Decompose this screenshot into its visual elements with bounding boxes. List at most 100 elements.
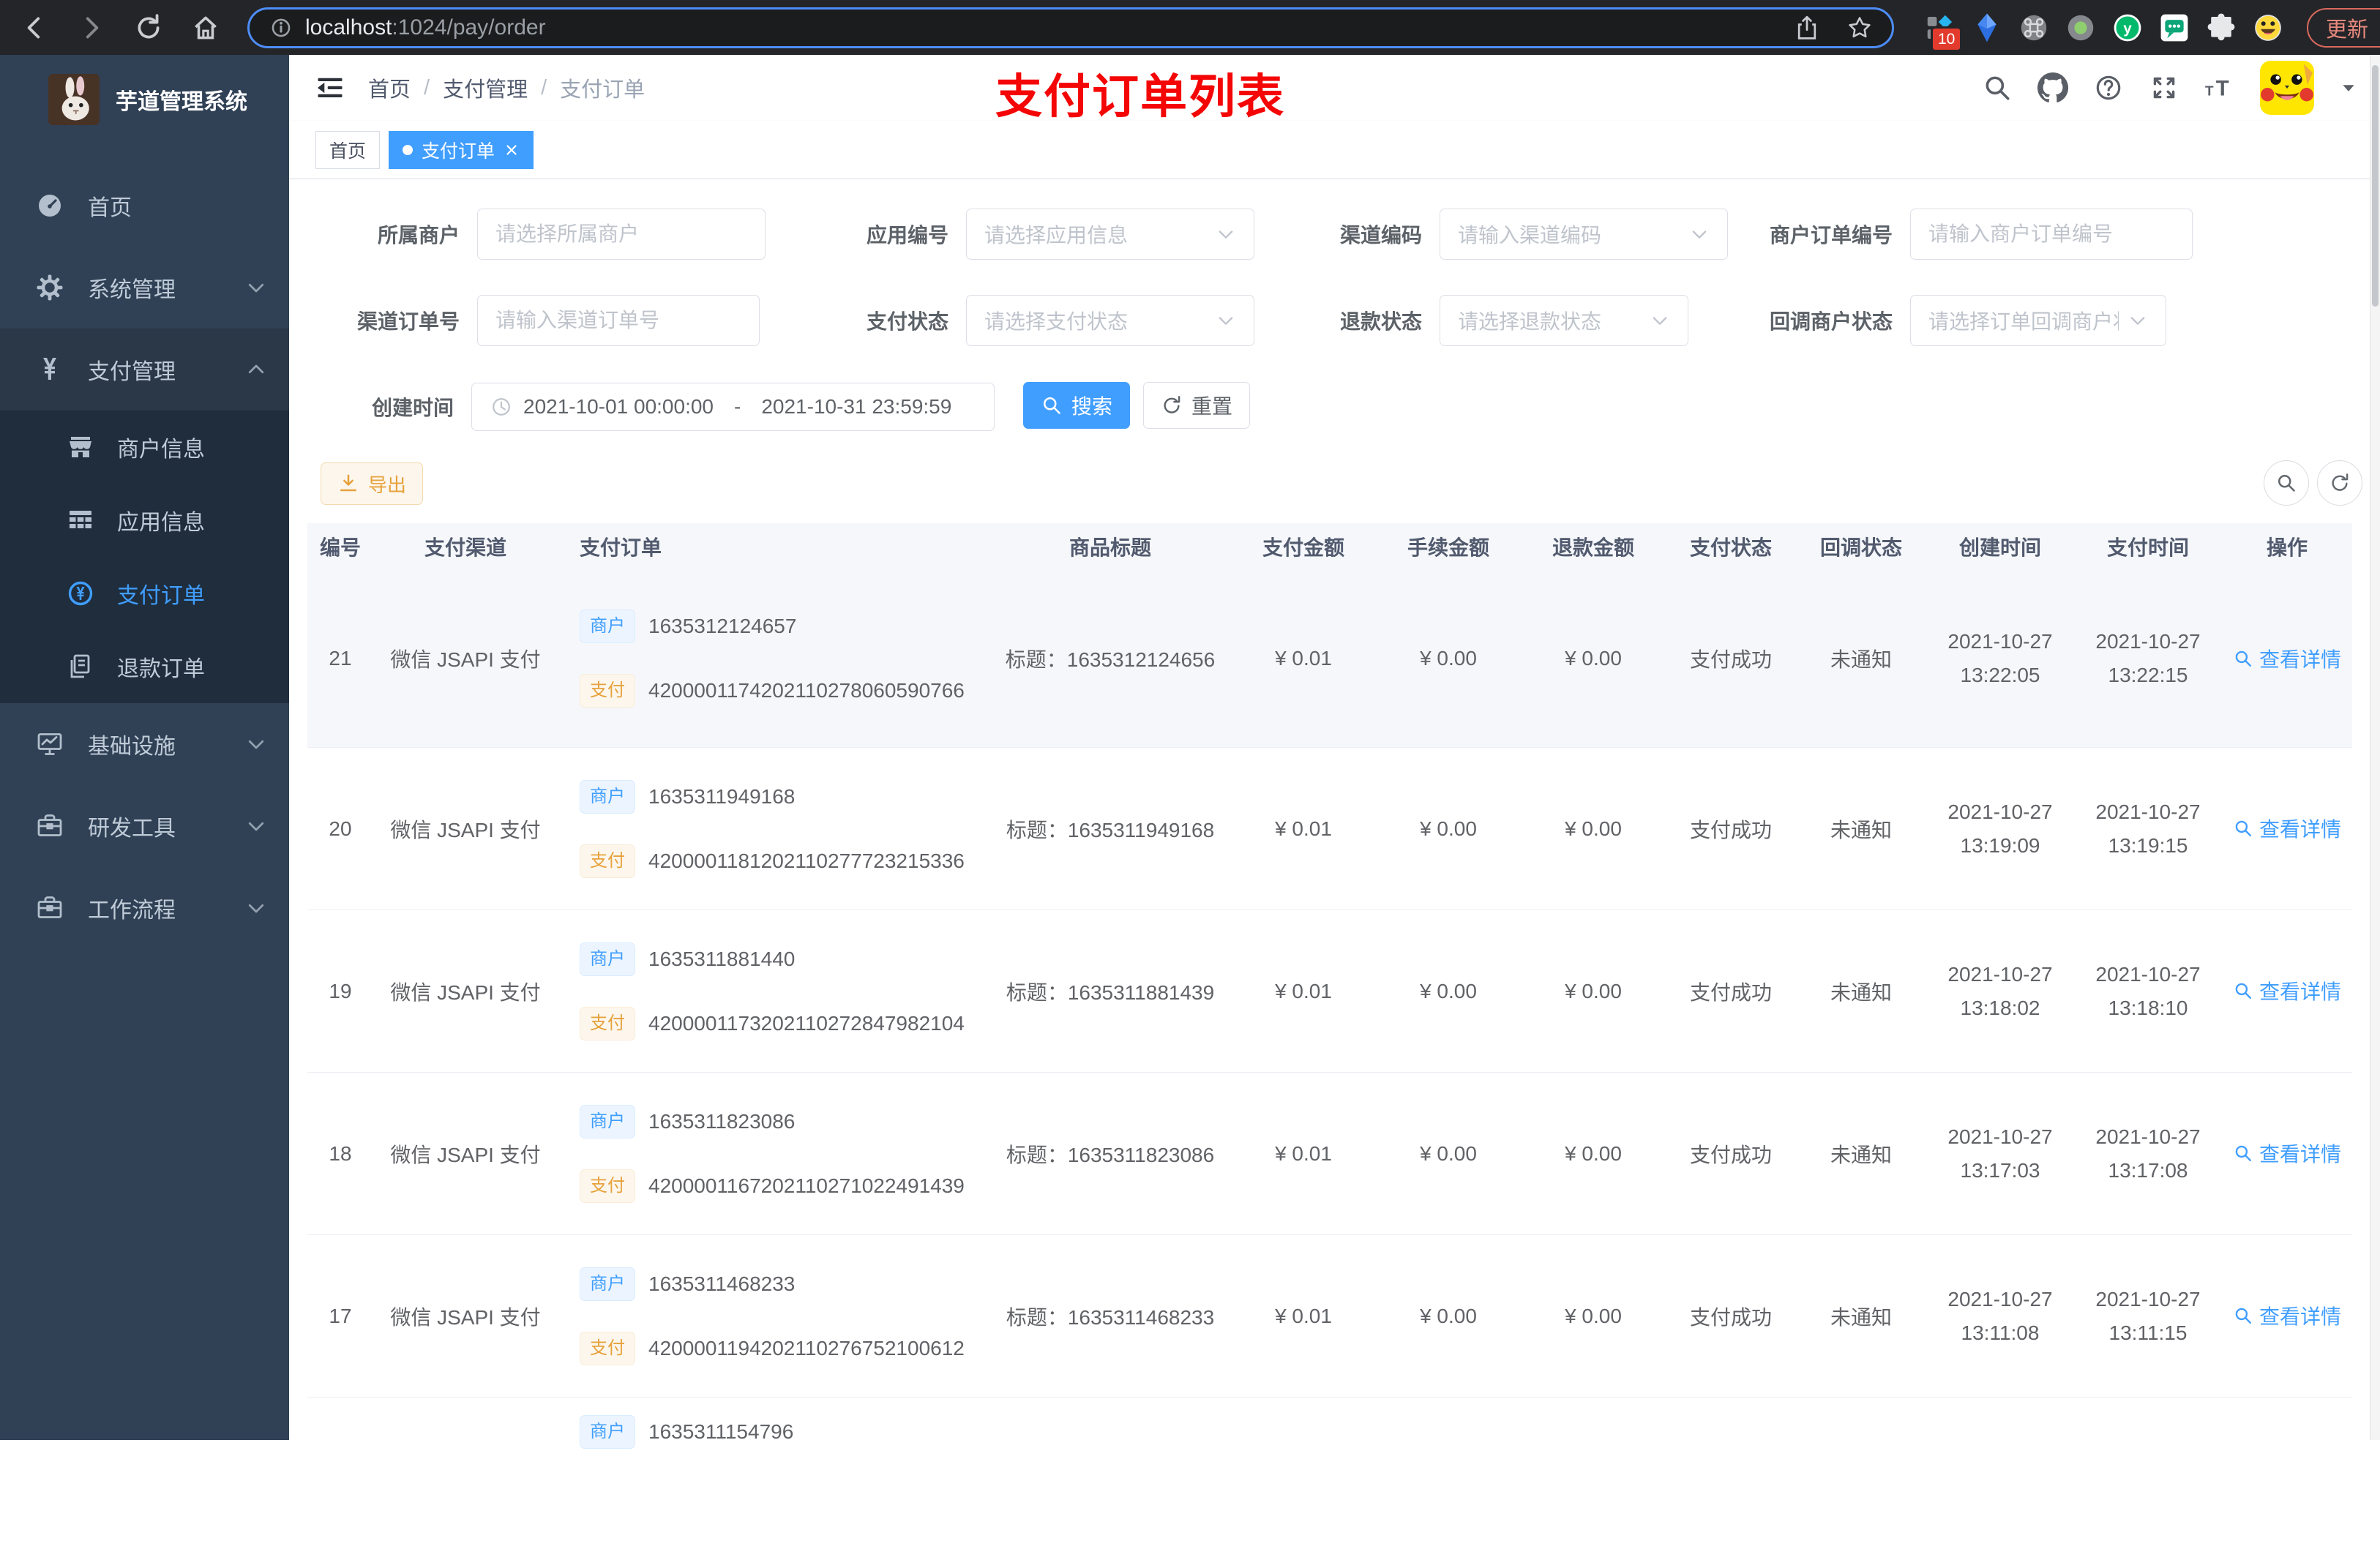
filter-select-回调商户状态[interactable]: 请选择订单回调商户状态: [1910, 295, 2166, 346]
chevron-down-icon: [245, 815, 267, 837]
search-button[interactable]: 搜索: [1023, 382, 1130, 429]
sidebar-item-研发工具[interactable]: 研发工具: [0, 785, 289, 867]
sidebar-item-商户信息[interactable]: 商户信息: [0, 410, 289, 484]
filter-input-渠道订单号[interactable]: [477, 295, 760, 346]
table-row: 商户 1635311154796: [307, 1398, 2352, 1560]
sidebar-item-系统管理[interactable]: 系统管理: [0, 247, 289, 329]
kite-extension-icon[interactable]: [1970, 11, 2004, 45]
bookmark-star-icon[interactable]: [1846, 15, 1873, 41]
chat-extension-icon[interactable]: [2158, 11, 2191, 45]
help-icon[interactable]: [2093, 72, 2124, 103]
header-search-icon[interactable]: [1982, 72, 2013, 103]
fullscreen-icon[interactable]: [2149, 72, 2179, 103]
site-info-icon[interactable]: [269, 15, 293, 40]
github-icon[interactable]: [2037, 72, 2068, 103]
refresh-icon: [2329, 472, 2351, 494]
scrollbar-thumb[interactable]: [2372, 65, 2379, 307]
pay-order-line: 支付 4200001174202110278060590766: [580, 674, 982, 708]
avatar[interactable]: [2260, 61, 2314, 115]
sidebar-item-label: 商户信息: [117, 438, 205, 462]
forward-icon[interactable]: [76, 12, 107, 43]
column-header-退款金额[interactable]: 退款金额: [1521, 532, 1666, 561]
date-start-value[interactable]: 2021-10-01 00:00:00: [523, 395, 714, 419]
home-icon[interactable]: [190, 12, 221, 43]
column-header-支付订单[interactable]: 支付订单: [558, 532, 989, 561]
view-detail-link[interactable]: 查看详情: [2233, 976, 2341, 1005]
date-end-value[interactable]: 2021-10-31 23:59:59: [761, 395, 951, 419]
view-detail-link[interactable]: 查看详情: [2233, 644, 2341, 673]
sidebar-item-基础设施[interactable]: 基础设施: [0, 703, 289, 785]
filter-支付状态: 支付状态 请选择支付状态: [790, 295, 1254, 346]
merchant-order-no: 1635311823086: [648, 1109, 796, 1133]
tab-支付订单[interactable]: 支付订单: [389, 130, 534, 169]
share-icon[interactable]: [1794, 15, 1820, 41]
view-detail-link[interactable]: 查看详情: [2233, 1301, 2341, 1330]
reload-icon[interactable]: [133, 12, 164, 43]
filter-select-退款状态[interactable]: 请选择退款状态: [1440, 295, 1688, 346]
column-header-手续金额[interactable]: 手续金额: [1376, 532, 1521, 561]
tab-首页[interactable]: 首页: [315, 130, 381, 169]
column-header-创建时间[interactable]: 创建时间: [1926, 532, 2074, 561]
pay-tag: 支付: [580, 844, 635, 878]
page-scrollbar[interactable]: [2370, 55, 2380, 1440]
filter-input-商户订单编号[interactable]: [1910, 209, 2193, 260]
filter-input-所属商户[interactable]: [477, 209, 766, 260]
filter-select-应用编号[interactable]: 请选择应用信息: [966, 209, 1254, 260]
sidebar-logo[interactable]: 芋道管理系统: [0, 55, 289, 144]
date-range-input[interactable]: 2021-10-01 00:00:00 - 2021-10-31 23:59:5…: [471, 383, 995, 431]
filter-input-field[interactable]: [495, 309, 741, 332]
column-header-支付金额[interactable]: 支付金额: [1231, 532, 1376, 561]
column-header-编号[interactable]: 编号: [307, 532, 373, 561]
view-detail-link[interactable]: 查看详情: [2233, 1139, 2341, 1168]
yuque-extension-icon[interactable]: y: [2111, 11, 2144, 45]
filter-create-time: 创建时间 2021-10-01 00:00:00 - 2021-10-31 23…: [296, 381, 995, 432]
pinned-grid-extension-icon[interactable]: 10: [1923, 11, 1963, 52]
search-icon: [2233, 818, 2253, 839]
order-number-lines: 商户 1635311949168 支付 42000011812021102777232…: [580, 779, 982, 878]
chevron-down-icon: [245, 277, 267, 299]
column-header-支付渠道[interactable]: 支付渠道: [373, 532, 558, 561]
reset-button[interactable]: 重置: [1143, 382, 1250, 429]
table-refresh-button[interactable]: [2317, 460, 2362, 506]
column-header-回调状态[interactable]: 回调状态: [1796, 532, 1926, 561]
puzzle-extension-icon[interactable]: [2204, 11, 2238, 45]
column-header-支付时间[interactable]: 支付时间: [2074, 532, 2222, 561]
breadcrumb-item[interactable]: 首页: [368, 72, 411, 103]
order-id-cell: 18: [329, 1141, 352, 1165]
record-extension-icon[interactable]: [2064, 11, 2098, 45]
browser-update-button[interactable]: 更新: [2307, 7, 2380, 48]
sidebar-item-退款订单[interactable]: 退款订单: [0, 630, 289, 703]
view-detail-link[interactable]: 查看详情: [2233, 814, 2341, 843]
sidebar-menu: 首页 系统管理 支付管理商户信息应用信息 支付订单 退款订单 基础设施 研发工具 工作流程: [0, 165, 289, 949]
emoji-extension-icon[interactable]: [2251, 11, 2285, 45]
back-icon[interactable]: [19, 12, 50, 43]
filter-select-支付状态[interactable]: 请选择支付状态: [966, 295, 1254, 346]
filter-input-field[interactable]: [1928, 222, 2174, 246]
filter-select-渠道编码[interactable]: 请输入渠道编码: [1440, 209, 1728, 260]
sidebar-item-支付管理[interactable]: 支付管理: [0, 329, 289, 410]
table-row: 19 微信 JSAPI 支付 商户 1635311881440 支付 4200001173…: [307, 910, 2352, 1073]
breadcrumb-item[interactable]: 支付管理: [443, 72, 528, 103]
filter-label: 渠道订单号: [356, 310, 460, 333]
sidebar-item-支付订单[interactable]: 支付订单: [0, 557, 289, 630]
sidebar-item-应用信息[interactable]: 应用信息: [0, 484, 289, 557]
column-header-商品标题[interactable]: 商品标题: [989, 532, 1231, 561]
sidebar-item-首页[interactable]: 首页: [0, 165, 289, 247]
filter-渠道编码: 渠道编码 请输入渠道编码: [1264, 209, 1728, 260]
font-size-icon[interactable]: TT: [2204, 72, 2235, 103]
export-button[interactable]: 导出: [321, 462, 423, 505]
sidebar-item-工作流程[interactable]: 工作流程: [0, 867, 289, 949]
command-extension-icon[interactable]: [2017, 11, 2051, 45]
filter-input-field[interactable]: [495, 222, 747, 246]
column-header-支付状态[interactable]: 支付状态: [1666, 532, 1796, 561]
merchant-tag: 商户: [580, 610, 635, 643]
search-icon: [2233, 1305, 2253, 1326]
table-search-toggle-button[interactable]: [2264, 460, 2309, 506]
avatar-caret-down-icon[interactable]: [2339, 78, 2358, 97]
pay-order-cell: 商户 1635311823086 支付 42000011672021102710224…: [558, 1104, 989, 1203]
merchant-order-line: 商户 1635312124657: [580, 610, 982, 643]
column-header-操作[interactable]: 操作: [2222, 532, 2352, 561]
address-bar[interactable]: localhost:1024/pay/order: [247, 7, 1894, 48]
close-icon[interactable]: [504, 142, 520, 158]
sidebar-collapse-icon[interactable]: [314, 72, 346, 104]
